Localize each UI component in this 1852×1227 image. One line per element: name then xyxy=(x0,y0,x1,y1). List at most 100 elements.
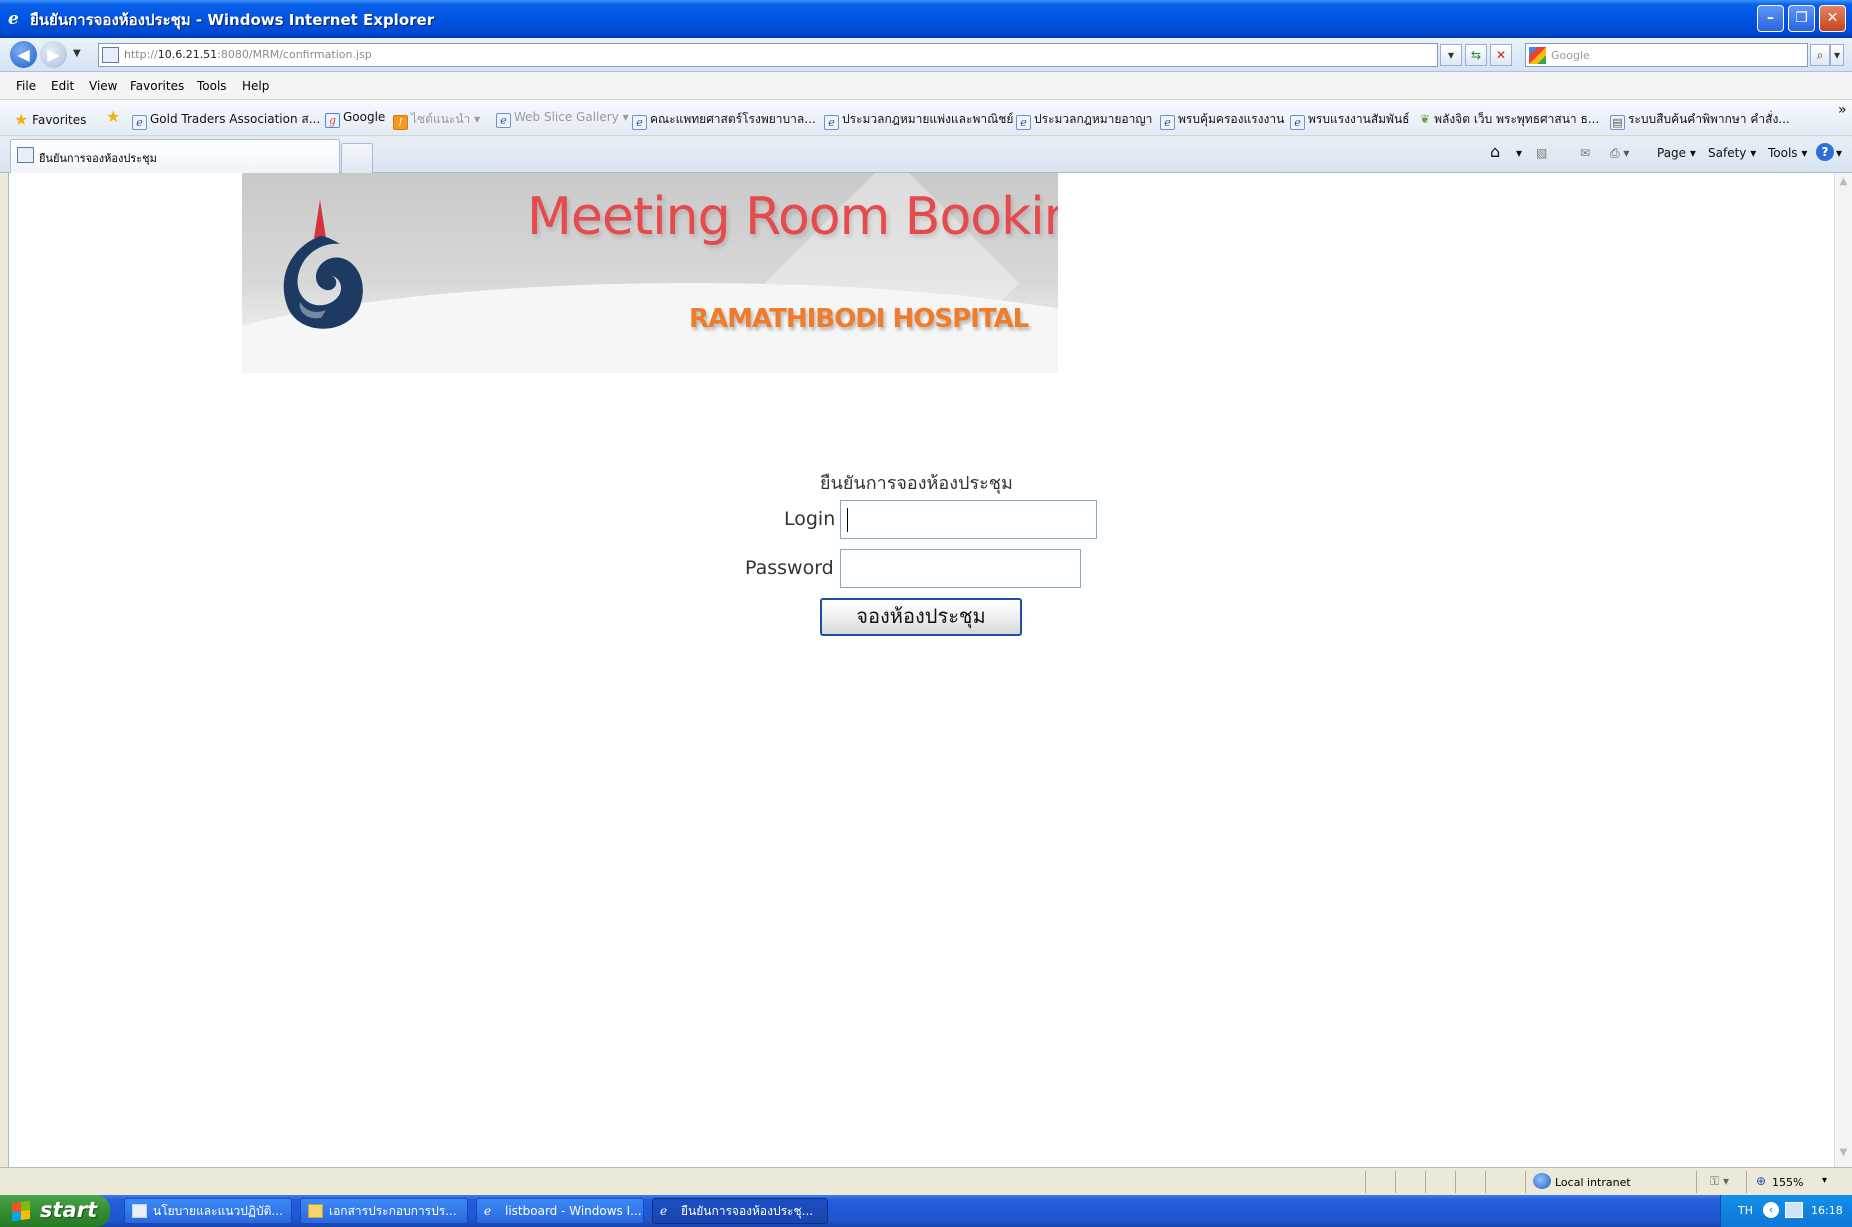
tab-confirmation[interactable]: ยืนยันการจองห้องประชุม xyxy=(10,139,340,173)
favorite-link[interactable]: e Gold Traders Association ส... xyxy=(132,110,320,130)
print-icon[interactable]: ⎙ ▾ xyxy=(1610,146,1629,161)
page-menu[interactable]: Page ▾ xyxy=(1657,146,1696,160)
suggested-sites-icon: ! xyxy=(393,115,408,130)
vertical-scrollbar[interactable]: ▲ ▼ xyxy=(1834,173,1852,1167)
restore-button[interactable]: ❐ xyxy=(1788,5,1815,32)
intranet-zone-icon xyxy=(1533,1173,1551,1189)
ie-page-icon: e xyxy=(132,115,147,130)
system-tray: TH ‹ 16:18 xyxy=(1720,1195,1852,1227)
address-dropdown-button[interactable]: ▾ xyxy=(1440,44,1462,66)
favorite-link[interactable]: e พรบคุ้มครองแรงงาน xyxy=(1160,110,1284,130)
hospital-logo-icon xyxy=(283,200,363,329)
security-zone: Local intranet xyxy=(1555,1176,1631,1189)
start-button[interactable]: start xyxy=(0,1195,110,1227)
favorite-link[interactable]: ❦ พลังจิต เว็บ พระพุทธศาสนา ธ... xyxy=(1420,110,1599,129)
tab-title: ยืนยันการจองห้องประชุม xyxy=(39,152,157,165)
login-input[interactable] xyxy=(840,500,1097,539)
taskbar-item[interactable]: นโยบายและแนวปฏิบัติ... xyxy=(124,1198,292,1224)
taskbar-item-active[interactable]: e ยืนยันการจองห้องประชุ... xyxy=(652,1198,828,1224)
favorite-link[interactable]: e ประมวลกฎหมายอาญา xyxy=(1016,110,1152,130)
status-bar: Local intranet ⚿ ▾ ⊕ 155% ▾ xyxy=(0,1167,1852,1195)
taskbar-item[interactable]: e listboard - Windows I... xyxy=(476,1198,644,1224)
stop-icon[interactable]: ✕ xyxy=(1490,44,1512,66)
help-icon[interactable]: ? xyxy=(1816,143,1834,161)
ie-page-icon: e xyxy=(632,115,647,130)
menu-view[interactable]: View xyxy=(89,79,117,93)
back-button[interactable]: ◀ xyxy=(10,41,37,68)
text-caret xyxy=(847,508,848,532)
home-icon[interactable]: ⌂ xyxy=(1490,142,1500,161)
password-label: Password xyxy=(745,557,834,579)
ie-page-icon: e xyxy=(496,113,511,128)
menu-edit[interactable]: Edit xyxy=(51,79,74,93)
close-button[interactable]: ✕ xyxy=(1819,5,1846,32)
zoom-dropdown-icon[interactable]: ▾ xyxy=(1822,1175,1827,1186)
banner: Meeting Room Booking RAMATHIBODI HOSPITA… xyxy=(242,173,1058,373)
taskbar: start นโยบายและแนวปฏิบัติ... เอกสารประกอ… xyxy=(0,1195,1852,1227)
address-url[interactable]: http://10.6.21.51:8080/MRM/confirmation.… xyxy=(124,48,372,61)
search-placeholder: Google xyxy=(1551,49,1590,62)
favorite-link[interactable]: ! ไซต์แนะนำ ▾ xyxy=(393,110,480,130)
favorite-link[interactable]: ▤ ระบบสืบค้นคำพิพากษา คำสั่ง... xyxy=(1610,110,1790,130)
language-indicator[interactable]: TH xyxy=(1738,1204,1753,1217)
menu-tools[interactable]: Tools xyxy=(197,79,227,93)
title-bar: e ยืนยันการจองห้องประชุม - Windows Inter… xyxy=(0,0,1852,38)
google-icon xyxy=(1529,47,1546,64)
document-icon xyxy=(132,1204,147,1218)
home-dropdown-icon[interactable]: ▾ xyxy=(1516,146,1522,160)
feeds-icon[interactable]: ▧ xyxy=(1536,146,1547,160)
favorite-link[interactable]: e พรบแรงงานสัมพันธ์ xyxy=(1290,110,1409,130)
scroll-down-icon[interactable]: ▼ xyxy=(1837,1147,1850,1163)
tab-bar: ยืนยันการจองห้องประชุม ⌂ ▾ ▧ ✉ ⎙ ▾ Page … xyxy=(0,137,1852,173)
star-icon: ★ xyxy=(14,110,29,129)
network-icon[interactable] xyxy=(1785,1202,1803,1218)
password-input[interactable] xyxy=(840,549,1081,588)
new-tab-button[interactable] xyxy=(341,143,373,173)
banner-title: Meeting Room Booking xyxy=(527,187,1058,247)
browser-window: e ยืนยันการจองห้องประชุม - Windows Inter… xyxy=(0,0,1852,1227)
book-room-button[interactable]: จองห้องประชุม xyxy=(820,598,1022,636)
minimize-button[interactable]: – xyxy=(1757,5,1784,32)
ie-logo-icon: e xyxy=(484,1204,492,1218)
forward-button[interactable]: ▶ xyxy=(40,41,67,68)
tray-expand-icon[interactable]: ‹ xyxy=(1763,1202,1779,1218)
favorites-bar: ★ Favorites ★ e Gold Traders Association … xyxy=(0,100,1852,136)
favorite-link[interactable]: g Google xyxy=(325,110,385,128)
page-icon xyxy=(17,147,34,163)
safety-menu[interactable]: Safety ▾ xyxy=(1708,146,1756,160)
window-title: ยืนยันการจองห้องประชุม - Windows Interne… xyxy=(30,11,435,29)
protected-mode-icon[interactable]: ⚿ ▾ xyxy=(1710,1174,1729,1189)
address-bar[interactable]: http://10.6.21.51:8080/MRM/confirmation.… xyxy=(98,43,1438,67)
refresh-icon[interactable]: ⇆ xyxy=(1465,44,1487,66)
banner-subtitle: RAMATHIBODI HOSPITAL xyxy=(689,304,1029,334)
page-icon xyxy=(102,47,119,63)
menu-favorites[interactable]: Favorites xyxy=(130,79,184,93)
zoom-level[interactable]: 155% xyxy=(1772,1176,1803,1189)
favorites-button[interactable]: ★ Favorites xyxy=(14,110,86,129)
menu-help[interactable]: Help xyxy=(242,79,269,93)
ie-logo-icon: e xyxy=(660,1204,668,1218)
search-options-button[interactable]: ▾ xyxy=(1830,44,1844,66)
zoom-icon: ⊕ xyxy=(1756,1174,1767,1188)
chevron-more-icon[interactable]: » xyxy=(1838,102,1847,118)
help-dropdown-icon[interactable]: ▾ xyxy=(1836,146,1842,160)
search-icon[interactable]: ⌕ xyxy=(1810,44,1830,66)
menu-file[interactable]: File xyxy=(16,79,36,93)
taskbar-item[interactable]: เอกสารประกอบการปร... xyxy=(300,1198,468,1224)
menu-bar: File Edit View Favorites Tools Help xyxy=(0,72,1852,100)
recent-pages-dropdown[interactable]: ▼ xyxy=(73,48,81,59)
ie-page-icon: e xyxy=(824,115,839,130)
scroll-up-icon[interactable]: ▲ xyxy=(1837,176,1850,192)
favorite-link[interactable]: e Web Slice Gallery ▾ xyxy=(496,110,629,128)
favorite-link[interactable]: e ประมวลกฎหมายแพ่งและพาณิชย์ xyxy=(824,110,1013,130)
page-icon: ▤ xyxy=(1610,115,1625,130)
favorite-link[interactable]: e คณะแพทยศาสตร์โรงพยาบาล... xyxy=(632,110,816,130)
leaf-icon: ❦ xyxy=(1420,112,1431,126)
folder-icon xyxy=(308,1204,323,1218)
mail-icon[interactable]: ✉ xyxy=(1580,146,1590,160)
add-to-favorites-icon[interactable]: ★ xyxy=(106,107,120,126)
search-input[interactable]: Google xyxy=(1525,43,1808,67)
tools-menu[interactable]: Tools ▾ xyxy=(1768,146,1807,160)
address-toolbar: ◀ ▶ ▼ http://10.6.21.51:8080/MRM/confirm… xyxy=(0,38,1852,72)
form-heading: ยืนยันการจองห้องประชุม xyxy=(820,473,1013,494)
